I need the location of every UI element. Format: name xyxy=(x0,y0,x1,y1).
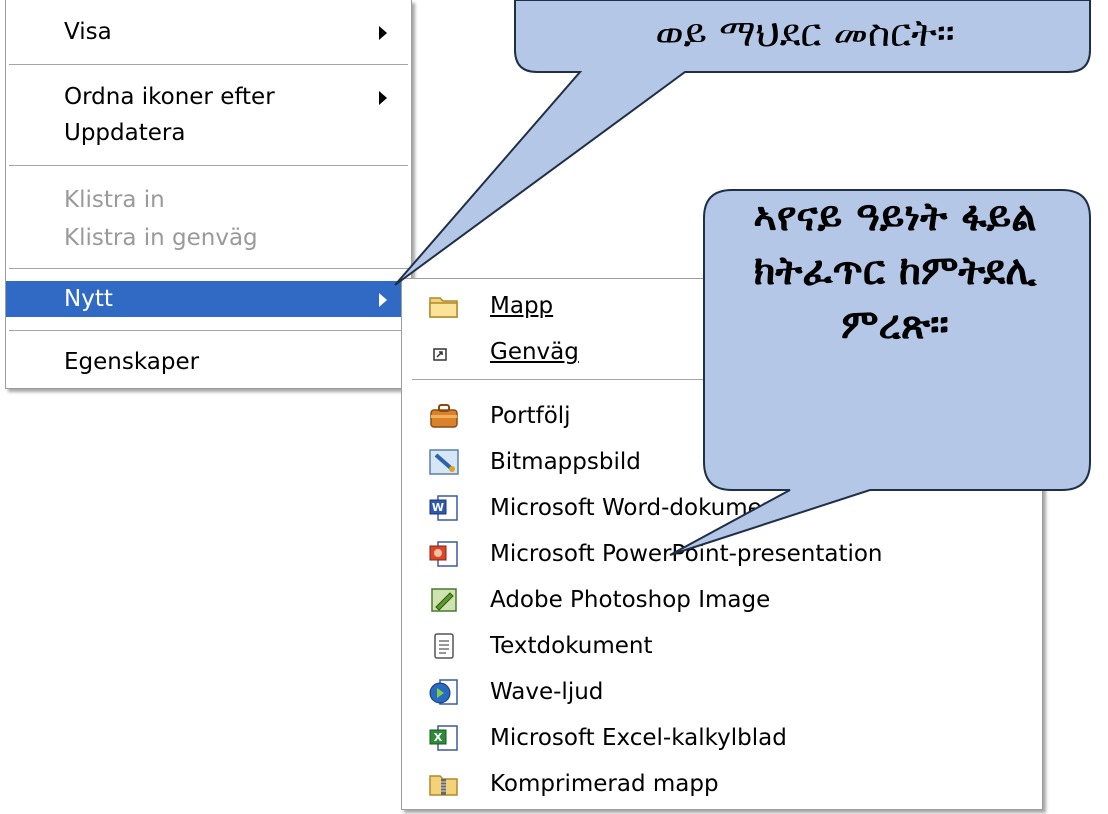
submenu-arrow-icon xyxy=(379,293,387,307)
submenu-item-label: Komprimerad mapp xyxy=(490,771,719,797)
menu-item-uppdatera[interactable]: Uppdatera xyxy=(6,115,411,151)
submenu-item-bitmappsbild[interactable]: Bitmappsbild xyxy=(402,441,1042,483)
folder-icon xyxy=(429,297,458,318)
submenu-item-label: Textdokument xyxy=(490,633,653,659)
submenu-item-label: Adobe Photoshop Image xyxy=(490,587,771,613)
shortcut-icon xyxy=(433,348,447,361)
new-submenu: Mapp Genväg Portfölj Bitmappsbild W Micr… xyxy=(401,278,1043,810)
menu-item-label: Klistra in genväg xyxy=(64,225,258,251)
menu-separator xyxy=(9,330,408,332)
submenu-item-textdokument[interactable]: Textdokument xyxy=(402,625,1042,667)
menu-separator xyxy=(9,268,408,270)
context-menu: Visa Ordna ikoner efter Uppdatera Klistr… xyxy=(5,0,412,389)
powerpoint-icon xyxy=(429,541,458,567)
menu-item-label: Egenskaper xyxy=(64,349,200,375)
submenu-item-label: Portfölj xyxy=(490,403,571,429)
callout-right-text: ኣየናይ ዓይነት ፋይል ክትፈጥር ከምትደሊ ምረጽ። xyxy=(753,194,1037,348)
menu-item-label: Visa xyxy=(64,19,112,45)
photoshop-icon xyxy=(431,588,457,612)
submenu-item-label: Microsoft PowerPoint-presentation xyxy=(490,541,883,567)
submenu-item-label: Microsoft Word-dokument xyxy=(490,495,786,521)
submenu-item-label: Wave-ljud xyxy=(490,679,604,705)
menu-item-klistra-in: Klistra in xyxy=(6,182,411,218)
menu-item-ordna-ikoner[interactable]: Ordna ikoner efter xyxy=(6,79,411,115)
menu-separator xyxy=(9,165,408,167)
submenu-item-label: Bitmappsbild xyxy=(490,449,641,475)
menu-item-egenskaper[interactable]: Egenskaper xyxy=(6,344,411,380)
callout-top-text: ወይ ማህደር መስርት። xyxy=(655,11,955,55)
menu-item-label: Klistra in xyxy=(64,187,165,213)
menu-item-visa[interactable]: Visa xyxy=(6,14,411,50)
briefcase-icon xyxy=(430,404,458,428)
submenu-item-powerpoint[interactable]: Microsoft PowerPoint-presentation xyxy=(402,533,1042,575)
menu-separator xyxy=(412,379,1039,381)
menu-item-label: Nytt xyxy=(64,286,113,312)
paint-icon xyxy=(429,449,459,475)
menu-separator xyxy=(9,64,408,66)
submenu-item-word[interactable]: W Microsoft Word-dokument xyxy=(402,487,1042,529)
svg-text:X: X xyxy=(434,731,443,744)
zip-folder-icon xyxy=(429,775,458,796)
submenu-item-label: Mapp xyxy=(490,293,554,319)
excel-icon: X xyxy=(429,725,458,751)
submenu-item-label: Microsoft Excel-kalkylblad xyxy=(490,725,787,751)
submenu-item-label: Genväg xyxy=(490,339,579,365)
svg-text:W: W xyxy=(432,501,444,514)
submenu-arrow-icon xyxy=(379,91,387,105)
submenu-item-wave[interactable]: Wave-ljud xyxy=(402,671,1042,713)
submenu-item-photoshop[interactable]: Adobe Photoshop Image xyxy=(402,579,1042,621)
menu-item-label: Uppdatera xyxy=(64,120,186,146)
menu-item-label: Ordna ikoner efter xyxy=(64,84,275,110)
menu-item-nytt[interactable]: Nytt xyxy=(6,281,411,317)
menu-item-klistra-in-genvag: Klistra in genväg xyxy=(6,220,411,256)
word-icon: W xyxy=(429,495,458,521)
submenu-arrow-icon xyxy=(379,26,387,40)
text-file-icon xyxy=(434,633,454,659)
submenu-item-excel[interactable]: X Microsoft Excel-kalkylblad xyxy=(402,717,1042,759)
submenu-item-portfolj[interactable]: Portfölj xyxy=(402,395,1042,437)
submenu-item-komprimerad[interactable]: Komprimerad mapp xyxy=(402,763,1042,805)
wave-audio-icon xyxy=(429,679,458,705)
